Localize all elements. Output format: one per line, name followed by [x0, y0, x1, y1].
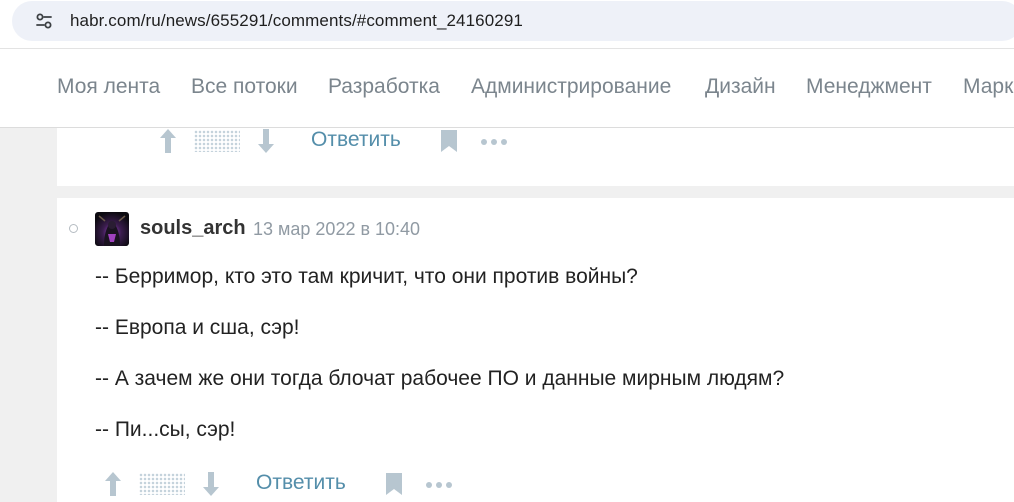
- nav-item-marketing[interactable]: Марк: [963, 75, 1013, 99]
- more-icon[interactable]: [480, 138, 508, 146]
- downvote-icon[interactable]: [201, 470, 221, 498]
- reply-link[interactable]: Ответить: [311, 128, 401, 152]
- nav-item-all-streams[interactable]: Все потоки: [191, 75, 298, 99]
- comment-date[interactable]: 13 мар 2022 в 10:40: [253, 219, 420, 240]
- avatar-image: [95, 212, 129, 246]
- vote-score-hidden: [139, 473, 185, 495]
- page-gutter: [0, 128, 57, 502]
- avatar[interactable]: [95, 212, 129, 246]
- tune-icon[interactable]: [34, 11, 54, 31]
- bookmark-icon[interactable]: [385, 472, 403, 496]
- hub-navigation: Моя лента Все потоки Разработка Админист…: [0, 49, 1014, 128]
- prev-comment-footer: Ответить: [158, 127, 518, 157]
- nav-item-design[interactable]: Дизайн: [705, 75, 776, 99]
- comment-footer: Ответить: [103, 470, 463, 500]
- comment-author[interactable]: souls_arch: [140, 217, 246, 240]
- downvote-icon[interactable]: [256, 127, 276, 155]
- bookmark-icon[interactable]: [440, 129, 458, 153]
- upvote-icon[interactable]: [158, 127, 178, 155]
- comments-area: [57, 128, 1014, 502]
- comment-divider: [57, 186, 1014, 198]
- address-bar[interactable]: habr.com/ru/news/655291/comments/#commen…: [12, 1, 1014, 41]
- nav-item-development[interactable]: Разработка: [328, 75, 440, 99]
- comment-text-line: -- А зачем же они тогда блочат рабочее П…: [95, 367, 785, 390]
- vote-score-hidden: [194, 130, 240, 152]
- upvote-icon[interactable]: [103, 470, 123, 498]
- nav-item-my-feed[interactable]: Моя лента: [57, 75, 160, 99]
- comment-text-line: -- Европа и сша, сэр!: [95, 316, 300, 339]
- browser-toolbar: habr.com/ru/news/655291/comments/#commen…: [0, 0, 1014, 49]
- nav-item-administration[interactable]: Администрирование: [471, 75, 671, 99]
- reply-link[interactable]: Ответить: [256, 471, 346, 495]
- more-icon[interactable]: [425, 481, 453, 489]
- comment-text-line: -- Берримор, кто это там кричит, что они…: [95, 265, 638, 288]
- nav-item-management[interactable]: Менеджмент: [806, 75, 932, 99]
- thread-marker-icon[interactable]: [69, 224, 78, 233]
- comment-text-line: -- Пи...сы, сэр!: [95, 418, 236, 441]
- url-text[interactable]: habr.com/ru/news/655291/comments/#commen…: [70, 11, 523, 31]
